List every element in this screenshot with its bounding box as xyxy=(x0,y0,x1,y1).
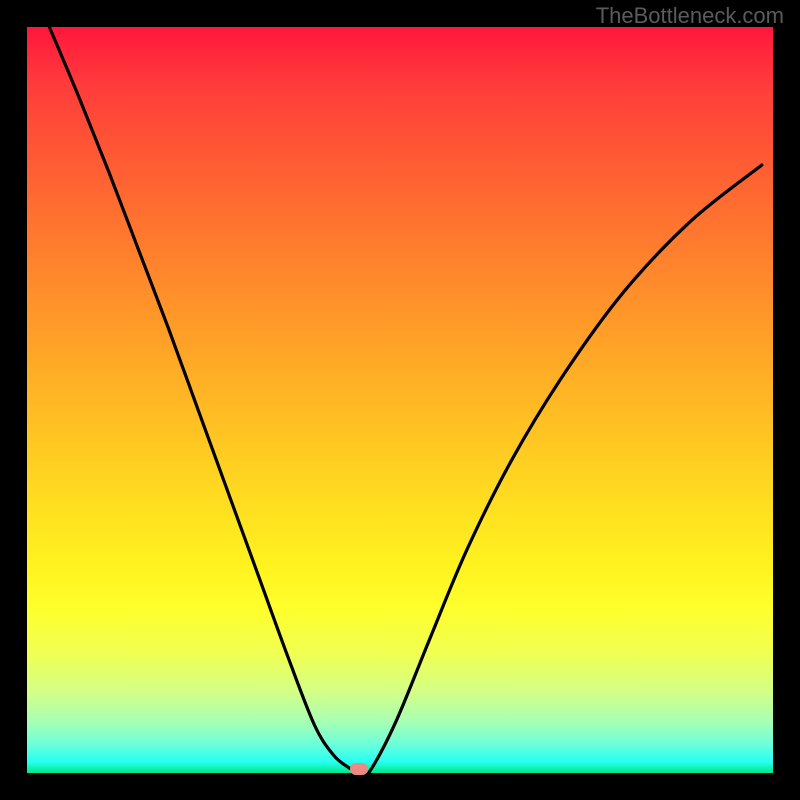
chart-marker xyxy=(350,763,368,775)
chart-plot-area xyxy=(27,27,773,773)
curve-path xyxy=(49,27,761,773)
chart-frame: TheBottleneck.com xyxy=(0,0,800,800)
chart-curve-svg xyxy=(27,27,773,773)
watermark-text: TheBottleneck.com xyxy=(596,3,784,29)
